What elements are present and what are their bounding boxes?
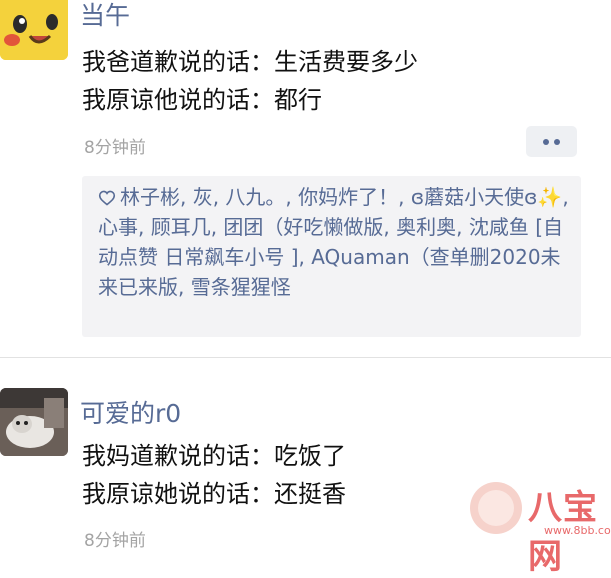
likes-names: 林子彬, 灰, 八九。, 你妈炸了！, ɞ蘑菇小天使ɞ✨, 心事, 顾耳几, 团… [98,185,569,299]
nickname[interactable]: 可爱的r0 [80,394,181,430]
post-text-line-2: 我原谅他说的话：都行 [82,86,322,114]
likes-list[interactable]: 林子彬, 灰, 八九。, 你妈炸了！, ɞ蘑菇小天使ɞ✨, 心事, 顾耳几, 团… [98,182,574,302]
timestamp: 8分钟前 [84,138,146,158]
avatar[interactable] [0,0,68,60]
divider [0,357,611,358]
watermark-url: www.8bb.com [544,524,611,537]
moment-post-1: 当午 我爸道歉说的话：生活费要多少 我原谅他说的话：都行 8分钟前 林子彬, 灰… [0,0,611,356]
nickname[interactable]: 当午 [80,0,130,32]
timestamp: 8分钟前 [84,531,146,551]
post-text-line-1: 我爸道歉说的话：生活费要多少 [82,48,418,76]
more-options-button[interactable] [526,126,577,157]
avatar[interactable] [0,388,68,456]
pikachu-avatar-image [0,0,68,60]
site-watermark: 八宝网 www.8bb.com [470,478,611,577]
post-text-line-2: 我原谅她说的话：还挺香 [82,480,346,508]
post-text-line-1: 我妈道歉说的话：吃饭了 [82,442,346,470]
likes-panel: 林子彬, 灰, 八九。, 你妈炸了！, ɞ蘑菇小天使ɞ✨, 心事, 顾耳几, 团… [82,176,581,337]
watermark-face-icon [478,490,514,526]
more-dot-icon [554,138,560,145]
cat-avatar-image [0,388,68,456]
more-dot-icon [543,138,549,145]
heart-outline-icon [98,182,118,212]
